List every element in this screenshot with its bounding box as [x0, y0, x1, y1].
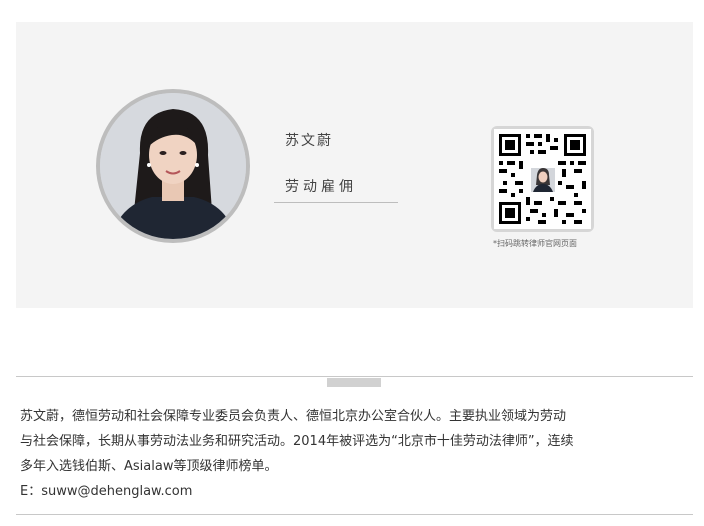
bio-top-divider [16, 376, 693, 377]
divider-tab [327, 378, 381, 387]
lawyer-portrait [96, 89, 250, 243]
qr-code[interactable] [491, 126, 594, 232]
bio-bottom-divider [16, 514, 693, 515]
name-underline-divider [274, 202, 398, 203]
bio-line: 多年入选钱伯斯、Asialaw等顶级律师榜单。 [20, 459, 278, 474]
lawyer-name: 苏文蔚 [285, 133, 333, 149]
bio-line: 苏文蔚，德恒劳动和社会保障专业委员会负责人、德恒北京办公室合伙人。主要执业领域为… [20, 409, 567, 424]
lawyer-bio: 苏文蔚，德恒劳动和社会保障专业委员会负责人、德恒北京办公室合伙人。主要执业领域为… [20, 404, 690, 504]
bio-email[interactable]: E：suww@dehenglaw.com [20, 479, 690, 504]
qr-code-icon [494, 129, 591, 229]
practice-area: 劳动雇佣 [285, 179, 357, 195]
bio-line: 与社会保障，长期从事劳动法业务和研究活动。2014年被评选为“北京市十佳劳动法律… [20, 434, 574, 449]
qr-caption: *扫码跳转律师官网页面 [493, 239, 577, 248]
